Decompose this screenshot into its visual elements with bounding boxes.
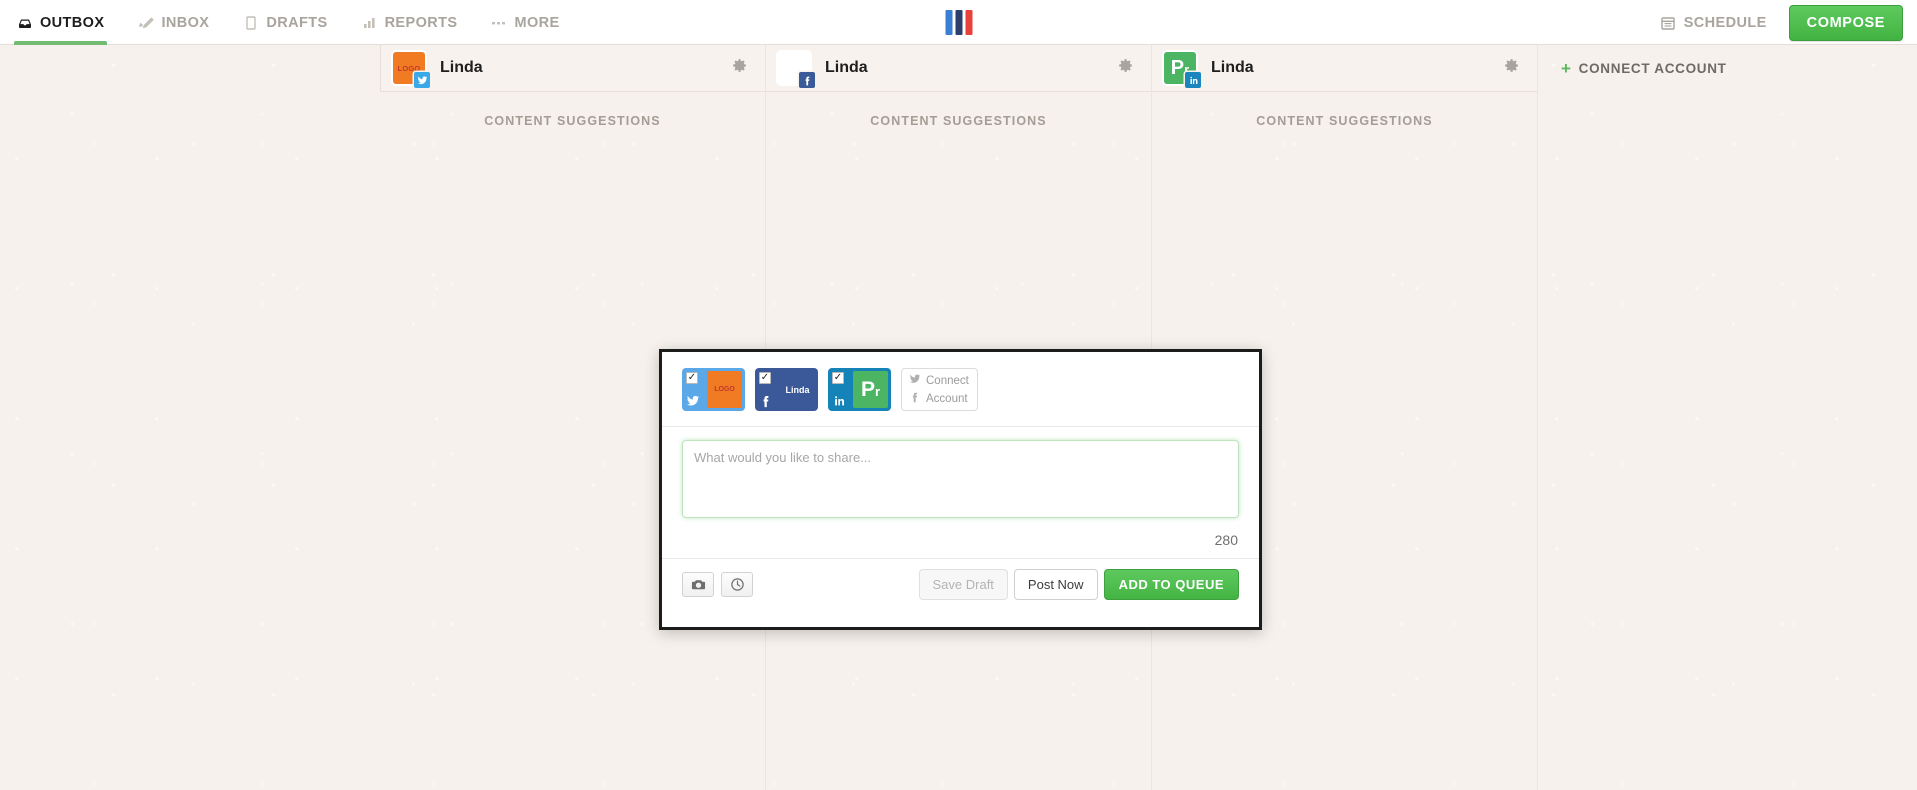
avatar: Pr [1164, 52, 1201, 88]
reports-icon [362, 15, 378, 31]
nav-tab-more[interactable]: MORE [474, 0, 576, 45]
column-header: Linda [766, 45, 1151, 92]
tile-right: Linda [780, 368, 818, 411]
facebook-icon [759, 394, 773, 408]
clock-icon[interactable] [721, 572, 753, 597]
account-tile-label: Linda [785, 384, 810, 395]
nav-tab-inbox[interactable]: INBOX [121, 0, 226, 45]
camera-icon[interactable] [682, 572, 714, 597]
compose-textarea[interactable] [682, 440, 1239, 518]
brand-bar-2 [955, 10, 962, 35]
content-suggestions-label: CONTENT SUGGESTIONS [1256, 114, 1433, 128]
nav-tab-reports[interactable]: REPORTS [345, 0, 475, 45]
compose-body: 280 [662, 427, 1259, 548]
post-now-button[interactable]: Post Now [1013, 569, 1098, 600]
account-checkbox-linkedin[interactable]: ✓ [832, 372, 844, 384]
linkedin-icon [832, 394, 846, 408]
top-navbar: OUTBOX INBOX DRAFTS REPORTS MORE SCHEDUL… [0, 0, 1917, 45]
connect-line1: Connect [926, 374, 969, 387]
twitter-icon [414, 72, 430, 88]
gear-icon[interactable] [1117, 57, 1134, 79]
account-name: Linda [825, 59, 868, 76]
connect-account-tile[interactable]: Connect Account [901, 368, 978, 411]
avatar-image: LOGO [707, 371, 742, 408]
nav-tab-drafts[interactable]: DRAFTS [226, 0, 344, 45]
gear-icon[interactable] [731, 57, 748, 79]
compose-tools [682, 572, 753, 597]
compose-footer: Save Draft Post Now ADD TO QUEUE [662, 558, 1259, 600]
account-tile-facebook[interactable]: ✓ Linda [755, 368, 818, 411]
content-suggestions-label: CONTENT SUGGESTIONS [484, 114, 661, 128]
column-header: LOGO Linda [380, 45, 765, 92]
account-tile-linkedin[interactable]: ✓ Pr [828, 368, 891, 411]
avatar: LOGO [393, 52, 430, 88]
connect-account-button[interactable]: + CONNECT ACCOUNT [1543, 45, 1745, 92]
account-checkbox-facebook[interactable]: ✓ [759, 372, 771, 384]
nav-tab-outbox[interactable]: OUTBOX [0, 0, 121, 45]
tile-right: Pr [853, 368, 891, 411]
compose-modal: ✓ LOGO ✓ Linda ✓ Pr Connect Account What… [659, 349, 1262, 630]
outbox-icon [17, 15, 33, 31]
plus-icon: + [1561, 59, 1572, 78]
twitter-icon [909, 373, 921, 388]
nav-tab-label: REPORTS [384, 14, 458, 31]
twitter-icon [686, 394, 700, 408]
facebook-icon [909, 391, 921, 406]
brand-bar-3 [965, 10, 972, 35]
connect-account-label: CONNECT ACCOUNT [1578, 61, 1727, 76]
connect-facebook-row: Account [909, 391, 970, 406]
drafts-icon [243, 15, 259, 31]
compose-actions: Save Draft Post Now ADD TO QUEUE [918, 569, 1239, 600]
character-counter: 280 [1214, 532, 1238, 548]
avatar [778, 52, 815, 88]
nav-tabs: OUTBOX INBOX DRAFTS REPORTS MORE [0, 0, 577, 45]
brand-logo[interactable] [945, 7, 972, 35]
compose-button[interactable]: COMPOSE [1788, 4, 1903, 41]
avatar-initials: Pr [860, 378, 881, 401]
content-suggestions-label: CONTENT SUGGESTIONS [870, 114, 1047, 128]
nav-right-actions: SCHEDULE COMPOSE [1660, 0, 1903, 45]
gear-icon[interactable] [1503, 57, 1520, 79]
account-name: Linda [440, 59, 483, 76]
facebook-icon [799, 72, 815, 88]
tile-right: LOGO [707, 368, 745, 411]
inbox-icon [138, 15, 155, 31]
save-draft-button[interactable]: Save Draft [918, 569, 1008, 600]
more-icon [491, 15, 507, 31]
schedule-label: SCHEDULE [1683, 14, 1767, 31]
account-selector: ✓ LOGO ✓ Linda ✓ Pr Connect Account [662, 352, 1259, 427]
nav-tab-label: INBOX [161, 14, 210, 31]
nav-tab-label: DRAFTS [266, 14, 328, 31]
account-checkbox-twitter[interactable]: ✓ [686, 372, 698, 384]
add-to-queue-button[interactable]: ADD TO QUEUE [1103, 569, 1239, 600]
account-tile-twitter[interactable]: ✓ LOGO [682, 368, 745, 411]
nav-tab-label: OUTBOX [40, 14, 105, 31]
connect-twitter-row: Connect [909, 373, 970, 388]
linkedin-icon [1185, 72, 1201, 88]
calendar-icon [1660, 15, 1676, 31]
schedule-button[interactable]: SCHEDULE [1660, 15, 1767, 31]
column-header: Pr Linda [1152, 45, 1537, 92]
connect-line2: Account [926, 392, 968, 405]
tile-left: ✓ [755, 368, 780, 411]
avatar-image: Pr [853, 371, 888, 408]
tile-left: ✓ [828, 368, 853, 411]
nav-tab-label: MORE [514, 14, 560, 31]
tile-left: ✓ [682, 368, 707, 411]
brand-bar-1 [945, 10, 952, 35]
account-name: Linda [1211, 59, 1254, 76]
